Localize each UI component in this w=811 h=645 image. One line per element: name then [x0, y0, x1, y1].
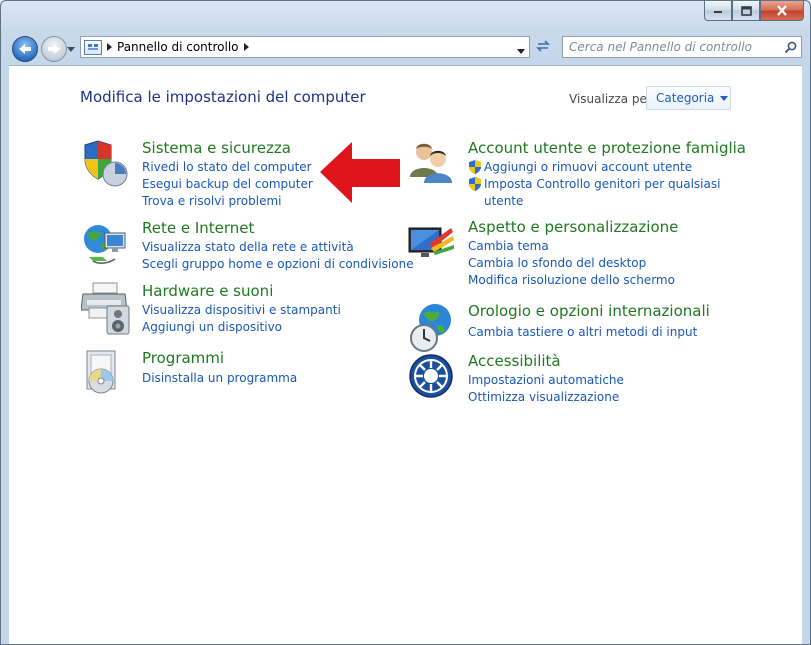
parental-controls-label-continued[interactable]: utente [468, 193, 720, 210]
backup-computer-link[interactable]: Esegui backup del computer [142, 176, 313, 193]
search-input[interactable]: Cerca nel Pannello di controllo [563, 40, 782, 54]
search-icon[interactable] [782, 39, 798, 55]
category-appearance: Aspetto e personalizzazione Cambia tema … [407, 218, 787, 287]
add-device-link[interactable]: Aggiungi un dispositivo [142, 319, 341, 336]
homegroup-sharing-link[interactable]: Scegli gruppo home e opzioni di condivis… [142, 256, 414, 273]
view-by-value: Categoria [656, 91, 715, 105]
parental-controls-label: Imposta Controllo genitori per qualsiasi [484, 177, 721, 191]
programs-links: Disinstalla un programma [142, 369, 297, 387]
chevron-down-icon [517, 49, 525, 54]
troubleshoot-link[interactable]: Trova e risolvi problemi [142, 193, 313, 210]
programs-title[interactable]: Programmi [142, 349, 224, 367]
change-screen-resolution-link[interactable]: Modifica risoluzione dello schermo [468, 272, 675, 289]
ease-of-access-title[interactable]: Accessibilità [468, 352, 561, 370]
ease-of-access-links: Impostazioni automatiche Ottimizza visua… [468, 372, 624, 406]
change-desktop-background-link[interactable]: Cambia lo sfondo del desktop [468, 255, 675, 272]
minimize-icon [714, 10, 722, 13]
network-internet-links: Visualizza stato della rete e attività S… [142, 239, 414, 273]
red-arrow-left-icon [320, 142, 400, 203]
address-history-dropdown[interactable] [517, 43, 525, 57]
breadcrumb-separator-icon[interactable] [107, 43, 112, 51]
category-clock-region: Orologio e opzioni internazionali Cambia… [407, 302, 787, 352]
network-internet-title[interactable]: Rete e Internet [142, 219, 254, 237]
uac-shield-icon [469, 160, 481, 174]
forward-button[interactable] [41, 36, 67, 62]
refresh-button[interactable] [532, 36, 553, 56]
recent-pages-dropdown[interactable] [67, 45, 75, 53]
maximize-button[interactable] [732, 1, 760, 21]
maximize-icon [740, 5, 752, 16]
system-security-title[interactable]: Sistema e sicurezza [142, 139, 291, 157]
caption-buttons [704, 1, 804, 21]
category-network-internet: Rete e Internet Visualizza stato della r… [81, 219, 414, 271]
view-devices-printers-link[interactable]: Visualizza dispositivi e stampanti [142, 302, 341, 319]
user-accounts-links: Aggiungi o rimuovi account utente Impost… [468, 159, 720, 210]
display-icon [407, 218, 457, 268]
parental-controls-link[interactable]: Imposta Controllo genitori per qualsiasi [468, 176, 720, 193]
add-remove-accounts-label: Aggiungi o rimuovi account utente [484, 160, 693, 174]
user-accounts-title[interactable]: Account utente e protezione famiglia [468, 139, 746, 157]
refresh-icon [535, 40, 550, 52]
chevron-down-icon [67, 46, 75, 52]
chevron-down-icon [720, 95, 729, 101]
category-ease-of-access: Accessibilità Impostazioni automatiche O… [407, 352, 787, 404]
automatic-settings-link[interactable]: Impostazioni automatiche [468, 372, 624, 389]
add-remove-accounts-link[interactable]: Aggiungi o rimuovi account utente [468, 159, 720, 176]
change-theme-link[interactable]: Cambia tema [468, 238, 675, 255]
page-title: Modifica le impostazioni del computer [80, 88, 366, 106]
optimize-display-link[interactable]: Ottimizza visualizzazione [468, 389, 624, 406]
address-bar[interactable]: Pannello di controllo [80, 36, 530, 58]
view-by-dropdown[interactable]: Categoria [646, 86, 731, 110]
clock-globe-icon [407, 302, 457, 352]
clock-region-links: Cambia tastiere o altri metodi di input [468, 322, 697, 341]
breadcrumb-separator-icon[interactable] [243, 43, 249, 51]
arrow-right-icon [48, 44, 60, 54]
view-network-status-link[interactable]: Visualizza stato della rete e attività [142, 239, 414, 256]
arrow-left-icon [19, 44, 31, 54]
network-globe-icon [81, 219, 131, 269]
programs-disc-icon [81, 349, 131, 399]
search-box[interactable]: Cerca nel Pannello di controllo [562, 36, 802, 58]
category-hardware-sound: Hardware e suoni Visualizza dispositivi … [80, 282, 341, 337]
category-programs: Programmi Disinstalla un programma [81, 349, 341, 399]
category-user-accounts: Account utente e protezione famiglia Agg… [407, 139, 787, 209]
change-keyboards-link[interactable]: Cambia tastiere o altri metodi di input [468, 324, 697, 341]
appearance-title[interactable]: Aspetto e personalizzazione [468, 218, 678, 236]
minimize-button[interactable] [704, 1, 732, 21]
users-icon [407, 139, 457, 189]
close-icon [777, 5, 787, 16]
printer-speaker-icon [80, 282, 131, 335]
hardware-sound-links: Visualizza dispositivi e stampanti Aggiu… [142, 302, 341, 336]
system-security-links: Rivedi lo stato del computer Esegui back… [142, 159, 313, 210]
shield-icon [81, 139, 131, 189]
breadcrumb-control-panel[interactable]: Pannello di controllo [117, 40, 239, 54]
hardware-sound-title[interactable]: Hardware e suoni [142, 282, 273, 300]
control-panel-window: Pannello di controllo Cerca nel Pannello… [0, 0, 811, 645]
clock-region-title[interactable]: Orologio e opzioni internazionali [468, 302, 710, 320]
accessibility-icon [407, 352, 457, 402]
view-by-label: Visualizza per: [569, 92, 656, 106]
uninstall-program-link[interactable]: Disinstalla un programma [142, 370, 297, 387]
main-content: Modifica le impostazioni del computer Vi… [9, 65, 802, 644]
close-button[interactable] [760, 1, 804, 21]
back-button[interactable] [12, 36, 38, 62]
category-system-security: Sistema e sicurezza Rivedi lo stato del … [81, 139, 341, 208]
appearance-links: Cambia tema Cambia lo sfondo del desktop… [468, 238, 675, 289]
control-panel-icon [84, 39, 102, 55]
review-computer-status-link[interactable]: Rivedi lo stato del computer [142, 159, 313, 176]
uac-shield-icon [469, 177, 481, 191]
